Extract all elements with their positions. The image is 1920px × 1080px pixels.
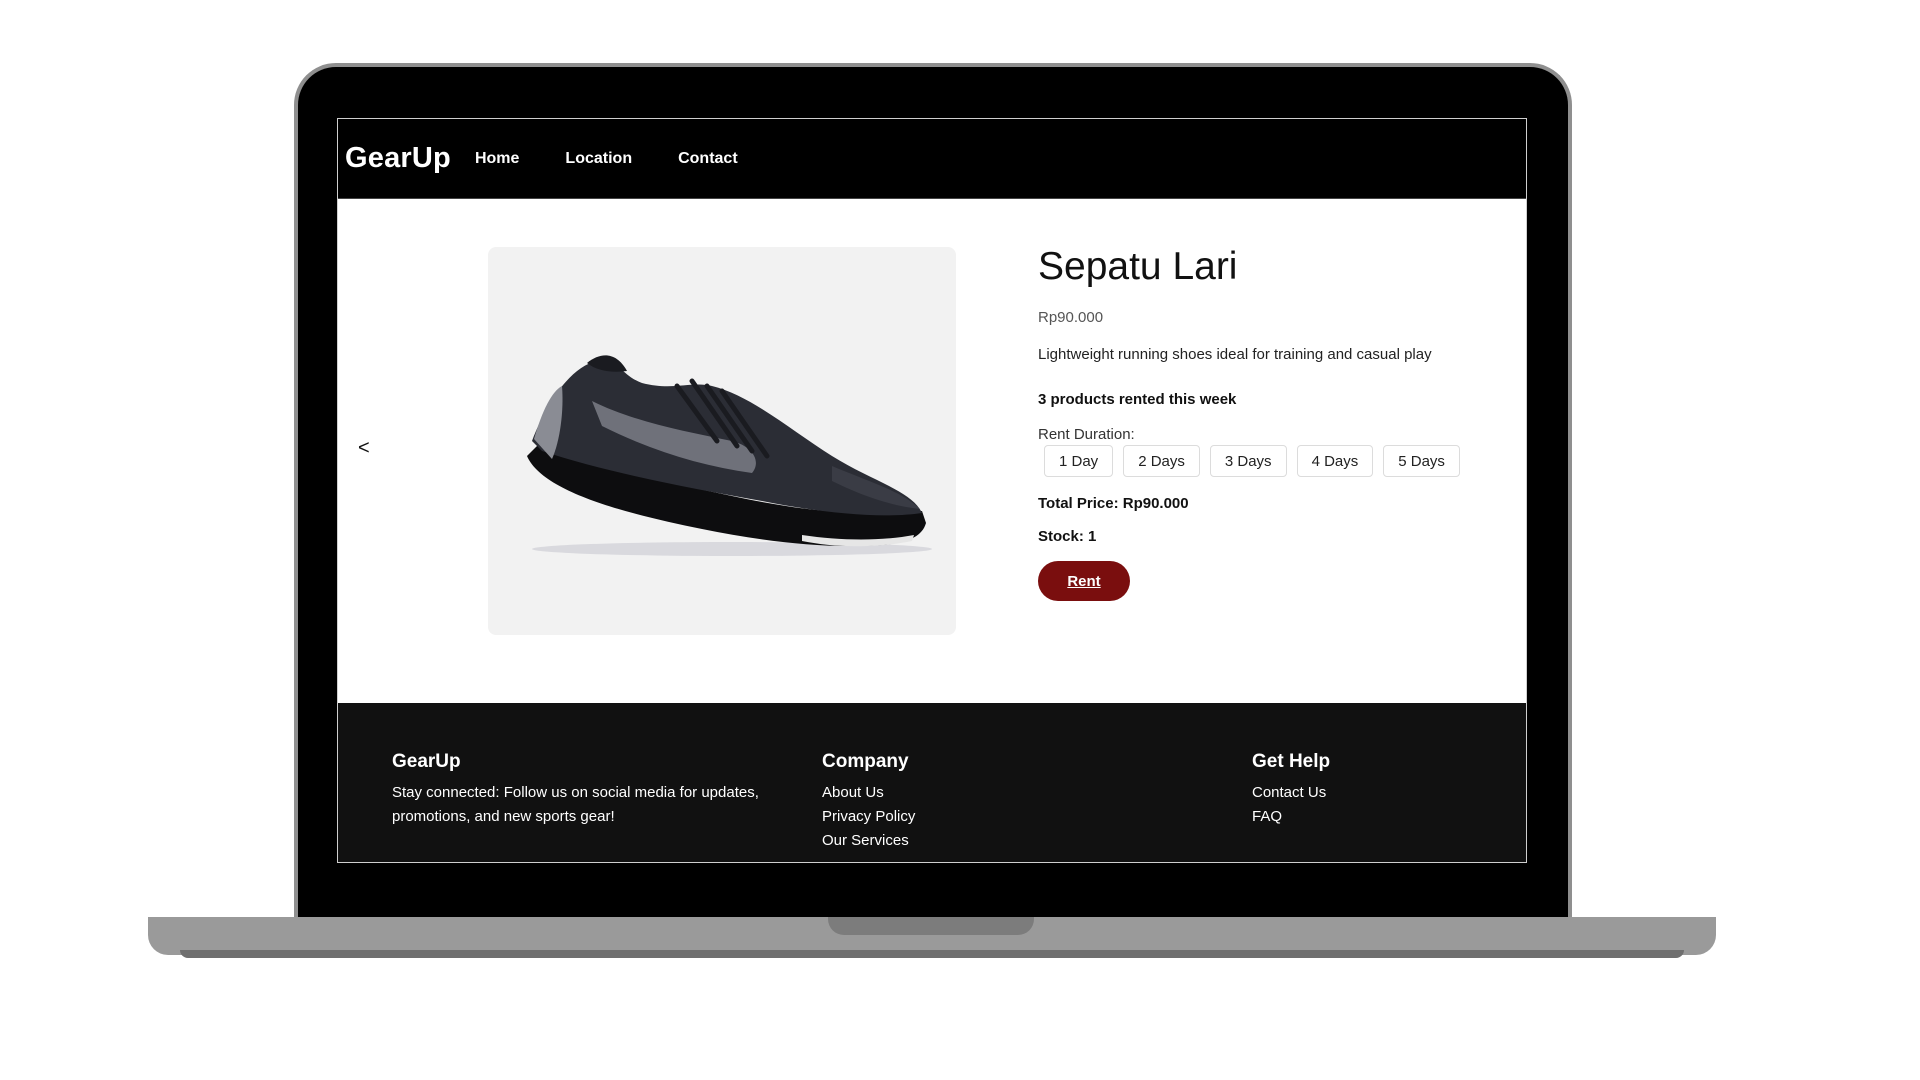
duration-option-4-days[interactable]: 4 Days (1296, 445, 1374, 477)
footer-company-column: Company About Us Privacy Policy Our Serv… (822, 751, 915, 853)
footer-help-column: Get Help Contact Us FAQ (1252, 751, 1330, 829)
footer-link-contact-us[interactable]: Contact Us (1252, 781, 1330, 805)
laptop-base-shadow (180, 950, 1684, 958)
rent-button[interactable]: Rent (1038, 561, 1130, 601)
nav-link-contact[interactable]: Contact (678, 150, 738, 168)
total-price: Total Price: Rp90.000 (1038, 495, 1189, 512)
footer-link-our-services[interactable]: Our Services (822, 829, 915, 853)
footer-link-faq[interactable]: FAQ (1252, 805, 1330, 829)
running-shoe-image (527, 355, 932, 556)
nav-link-home[interactable]: Home (475, 150, 519, 168)
product-title: Sepatu Lari (1038, 245, 1238, 288)
rent-duration-options: 1 Day 2 Days 3 Days 4 Days 5 Days (1044, 445, 1498, 477)
duration-option-3-days[interactable]: 3 Days (1209, 445, 1287, 477)
brand-logo[interactable]: GearUp (345, 142, 451, 175)
stage: GearUp Home Location Contact < Sepatu La… (0, 0, 1920, 1080)
duration-option-2-days[interactable]: 2 Days (1123, 445, 1200, 477)
laptop-notch (828, 917, 1034, 935)
footer: GearUp Stay connected: Follow us on soci… (338, 703, 1526, 862)
rent-duration-label: Rent Duration: (1038, 426, 1135, 443)
footer-link-privacy-policy[interactable]: Privacy Policy (822, 805, 915, 829)
screen: GearUp Home Location Contact < Sepatu La… (337, 118, 1527, 863)
product-image (488, 247, 956, 635)
rented-count-text: 3 products rented this week (1038, 391, 1237, 408)
prev-arrow-button[interactable]: < (358, 437, 370, 460)
duration-option-5-days[interactable]: 5 Days (1383, 445, 1460, 477)
footer-brand-text: Stay connected: Follow us on social medi… (392, 784, 759, 825)
product-price: Rp90.000 (1038, 309, 1104, 326)
stock-count: Stock: 1 (1038, 528, 1097, 545)
footer-brand-title: GearUp (392, 751, 461, 772)
product-details: Sepatu Lari Rp90.000 Lightweight running… (1038, 245, 1498, 601)
footer-brand-column: GearUp Stay connected: Follow us on soci… (392, 751, 772, 829)
product-section: < Sepatu Lari Rp90.000 Lightweight runni… (338, 199, 1526, 701)
navbar: GearUp Home Location Contact (338, 119, 1526, 199)
footer-company-title: Company (822, 751, 909, 772)
nav-link-location[interactable]: Location (565, 150, 632, 168)
product-description: Lightweight running shoes ideal for trai… (1038, 346, 1432, 363)
footer-help-title: Get Help (1252, 751, 1331, 772)
footer-link-about-us[interactable]: About Us (822, 781, 915, 805)
duration-option-1-day[interactable]: 1 Day (1044, 445, 1114, 477)
